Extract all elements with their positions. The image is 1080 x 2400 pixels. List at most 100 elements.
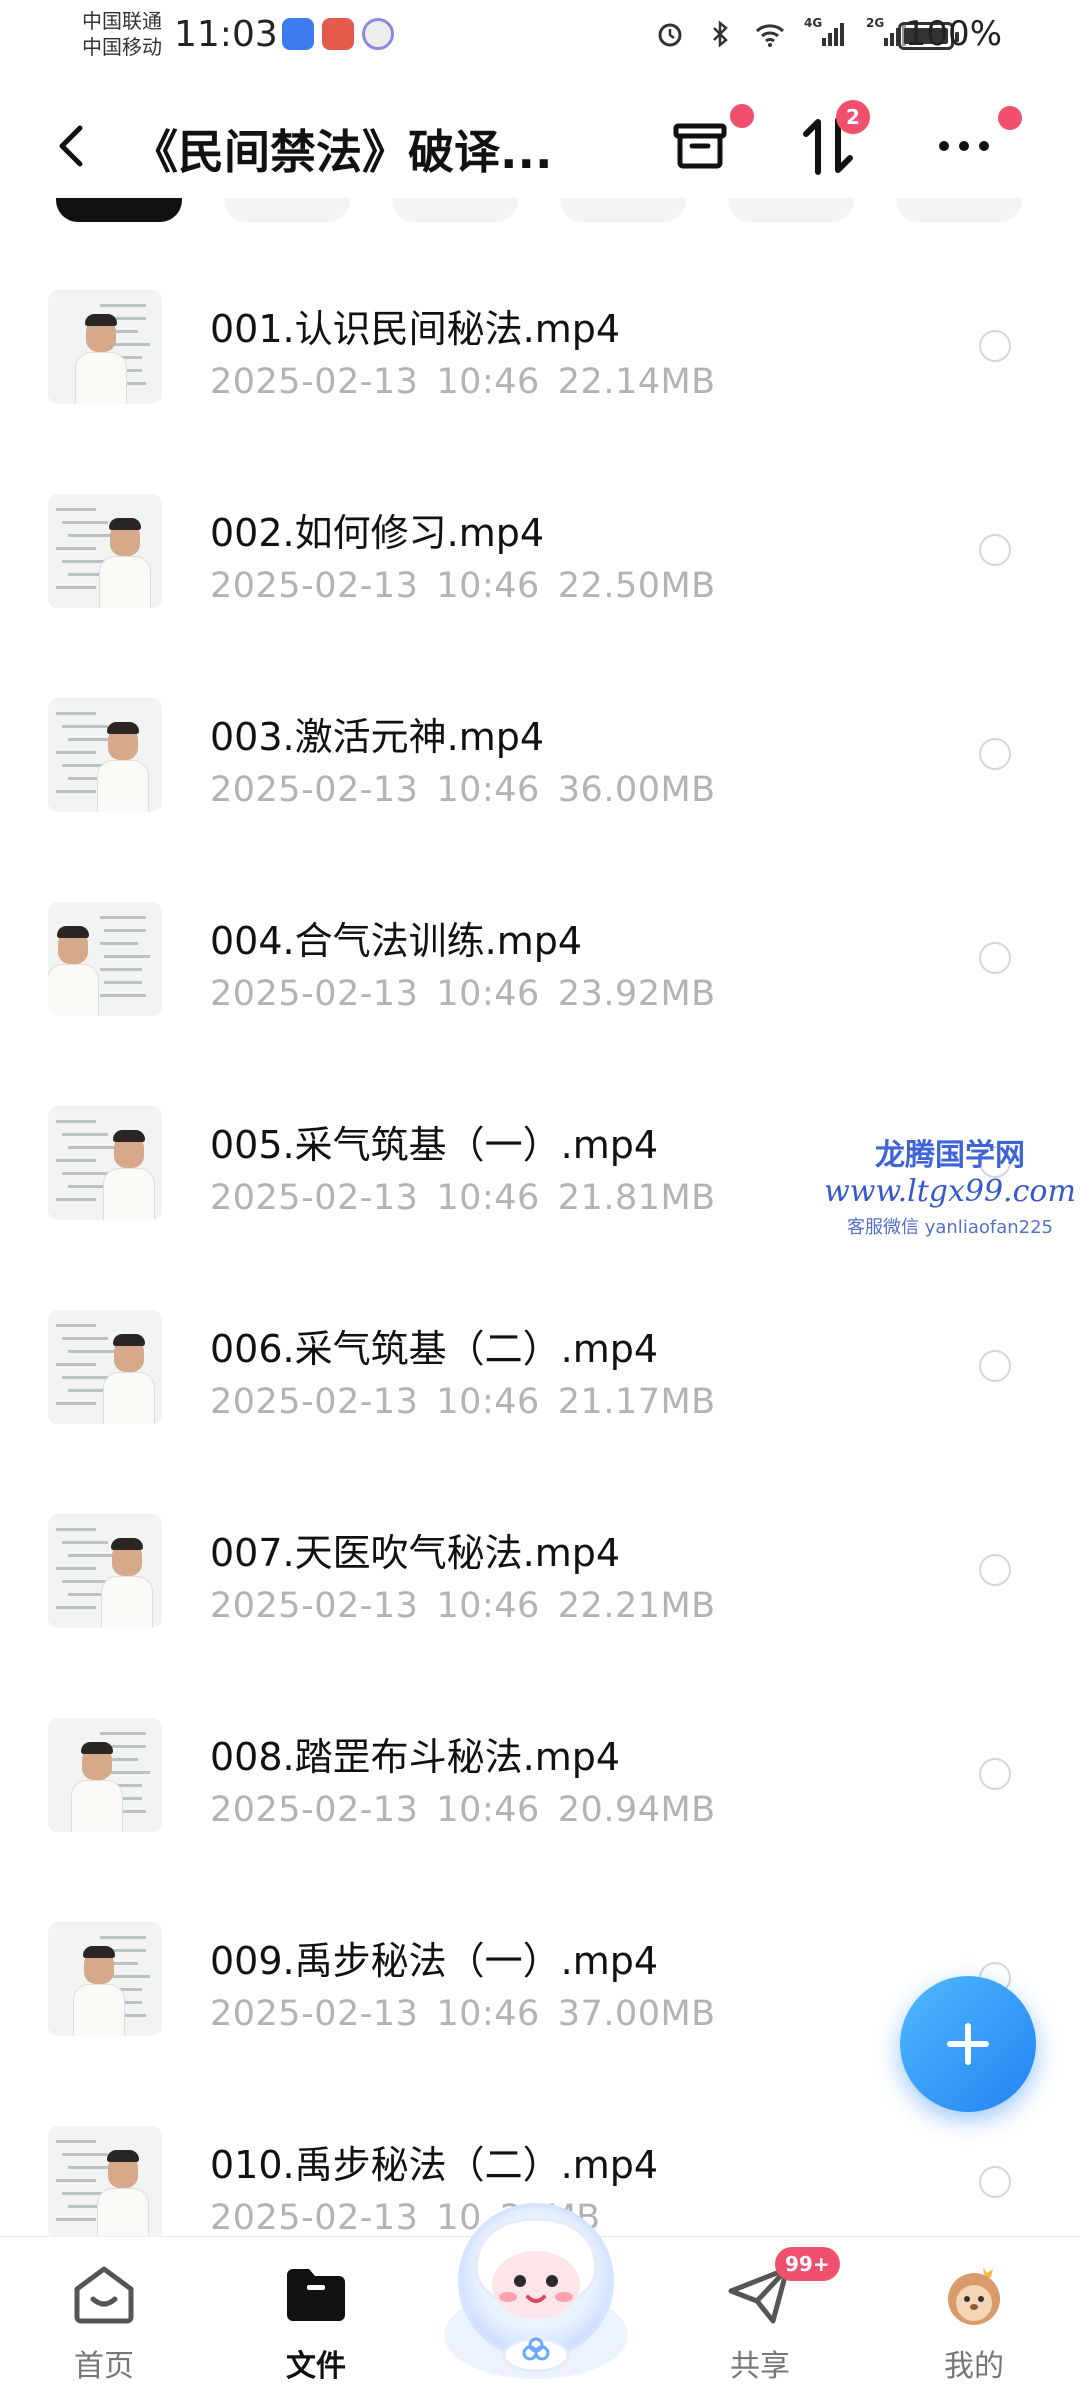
file-row[interactable]: 008.踏罡布斗秘法.mp4 2025-02-13 10:46 20.94MB <box>0 1654 1080 1858</box>
file-time: 10:46 <box>436 974 540 1014</box>
file-meta: 2025-02-13 10:46 22.50MB <box>210 566 716 606</box>
nav-mine-label: 我的 <box>944 2349 1004 2384</box>
bottom-navigation: 首页 文件 99+ 共享 我的 <box>0 2203 1080 2400</box>
file-time: 10:46 <box>436 1994 540 2034</box>
video-thumbnail <box>48 1718 162 1832</box>
file-date: 2025-02-13 <box>210 974 419 1014</box>
filter-tabs <box>0 198 1080 226</box>
select-radio[interactable] <box>979 942 1011 974</box>
file-size: 36.00MB <box>557 770 716 810</box>
filter-chip[interactable] <box>560 198 686 222</box>
add-button[interactable] <box>900 1976 1036 2112</box>
watermark-contact: 客服微信 yanliaofan225 <box>847 1217 1053 1238</box>
sort-badge: 2 <box>836 100 870 134</box>
select-radio[interactable] <box>979 1554 1011 1586</box>
nav-mine[interactable]: 我的 <box>904 2261 1044 2385</box>
file-time: 10:46 <box>436 1586 540 1626</box>
video-thumbnail <box>48 1514 162 1628</box>
more-options-button[interactable] <box>932 106 1022 178</box>
system-icons: 4G 2G <box>654 16 910 48</box>
file-time: 10:46 <box>436 566 540 606</box>
file-time: 10:46 <box>436 1382 540 1422</box>
avatar-icon <box>948 2267 1000 2325</box>
nav-files[interactable]: 文件 <box>246 2261 386 2385</box>
share-badge: 99+ <box>775 2247 840 2281</box>
file-name: 003.激活元神.mp4 <box>210 715 545 759</box>
sort-button[interactable]: 2 <box>796 100 870 178</box>
file-size: 37.00MB <box>557 1994 716 2034</box>
video-thumbnail <box>48 290 162 404</box>
file-name: 008.踏罡布斗秘法.mp4 <box>210 1735 621 1779</box>
video-thumbnail <box>48 698 162 812</box>
page-title: 《民间禁法》破译... <box>132 125 553 179</box>
video-thumbnail <box>48 2126 162 2240</box>
file-name: 001.认识民间秘法.mp4 <box>210 307 621 351</box>
file-row[interactable]: 003.激活元神.mp4 2025-02-13 10:46 36.00MB <box>0 634 1080 838</box>
select-radio[interactable] <box>979 1350 1011 1382</box>
file-date: 2025-02-13 <box>210 566 419 606</box>
network-type-2: 2G <box>866 16 885 30</box>
select-radio[interactable] <box>979 330 1011 362</box>
file-date: 2025-02-13 <box>210 362 419 402</box>
file-row[interactable]: 006.采气筑基（二）.mp4 2025-02-13 10:46 21.17MB <box>0 1246 1080 1450</box>
file-time: 10:46 <box>436 1178 540 1218</box>
carrier-1: 中国联通 <box>82 9 162 33</box>
notification-icons <box>282 18 394 50</box>
select-radio[interactable] <box>979 2166 1011 2198</box>
app-notification-icon <box>322 18 354 50</box>
bluetooth-icon <box>713 20 728 48</box>
file-size: 22.14MB <box>557 362 716 402</box>
back-arrow-icon[interactable] <box>50 122 94 170</box>
watermark: 龙腾国学网 www.ltgx99.com 客服微信 yanliaofan225 <box>820 1130 1080 1239</box>
music-app-icon <box>362 18 394 50</box>
file-name: 004.合气法训练.mp4 <box>210 919 583 963</box>
file-name: 007.天医吹气秘法.mp4 <box>210 1531 621 1575</box>
file-row[interactable]: 004.合气法训练.mp4 2025-02-13 10:46 23.92MB <box>0 838 1080 1042</box>
archive-button[interactable] <box>668 104 754 178</box>
file-name: 005.采气筑基（一）.mp4 <box>210 1123 659 1167</box>
file-meta: 2025-02-13 10:46 21.81MB <box>210 1178 716 1218</box>
file-meta: 2025-02-13 10:46 22.21MB <box>210 1586 716 1626</box>
file-meta: 2025-02-13 10:46 21.17MB <box>210 1382 716 1422</box>
select-radio[interactable] <box>979 738 1011 770</box>
file-row[interactable]: 007.天医吹气秘法.mp4 2025-02-13 10:46 22.21MB <box>0 1450 1080 1654</box>
more-dots-icon <box>939 141 989 151</box>
watermark-url: www.ltgx99.com <box>824 1174 1076 1209</box>
file-size: 23.92MB <box>557 974 716 1014</box>
status-time: 11:03 <box>174 14 278 55</box>
filter-chip[interactable] <box>392 198 518 222</box>
notification-dot <box>998 106 1022 130</box>
nav-home-label: 首页 <box>74 2349 134 2384</box>
folder-icon <box>287 2269 345 2321</box>
alarm-icon <box>658 23 682 47</box>
carrier-2: 中国移动 <box>82 35 162 59</box>
nav-home[interactable]: 首页 <box>34 2261 174 2385</box>
file-size: 21.81MB <box>557 1178 716 1218</box>
select-radio[interactable] <box>979 1758 1011 1790</box>
file-row[interactable]: 002.如何修习.mp4 2025-02-13 10:46 22.50MB <box>0 430 1080 634</box>
app-notification-icon <box>282 18 314 50</box>
file-time: 10:46 <box>436 770 540 810</box>
filter-chip[interactable] <box>224 198 350 222</box>
file-size: 22.21MB <box>557 1586 716 1626</box>
file-meta: 2025-02-13 10:46 23.92MB <box>210 974 716 1014</box>
nav-files-label: 文件 <box>286 2349 346 2384</box>
file-row[interactable]: 001.认识民间秘法.mp4 2025-02-13 10:46 22.14MB <box>0 226 1080 430</box>
filter-chip[interactable] <box>896 198 1022 222</box>
file-name: 010.禹步秘法（二）.mp4 <box>210 2143 659 2187</box>
video-thumbnail <box>48 1106 162 1220</box>
filter-chip[interactable] <box>728 198 854 222</box>
file-date: 2025-02-13 <box>210 2198 419 2238</box>
video-thumbnail <box>48 494 162 608</box>
select-radio[interactable] <box>979 534 1011 566</box>
top-app-bar: 《民间禁法》破译... 2 <box>0 96 1080 196</box>
video-thumbnail <box>48 1310 162 1424</box>
file-date: 2025-02-13 <box>210 1790 419 1830</box>
file-meta: 2025-02-13 10:46 36.00MB <box>210 770 716 810</box>
filter-chip[interactable] <box>56 198 182 222</box>
file-time: 10:46 <box>436 362 540 402</box>
mascot-button[interactable] <box>436 2185 636 2385</box>
notification-dot <box>730 104 754 128</box>
file-date: 2025-02-13 <box>210 1586 419 1626</box>
nav-share[interactable]: 99+ 共享 <box>690 2247 840 2385</box>
